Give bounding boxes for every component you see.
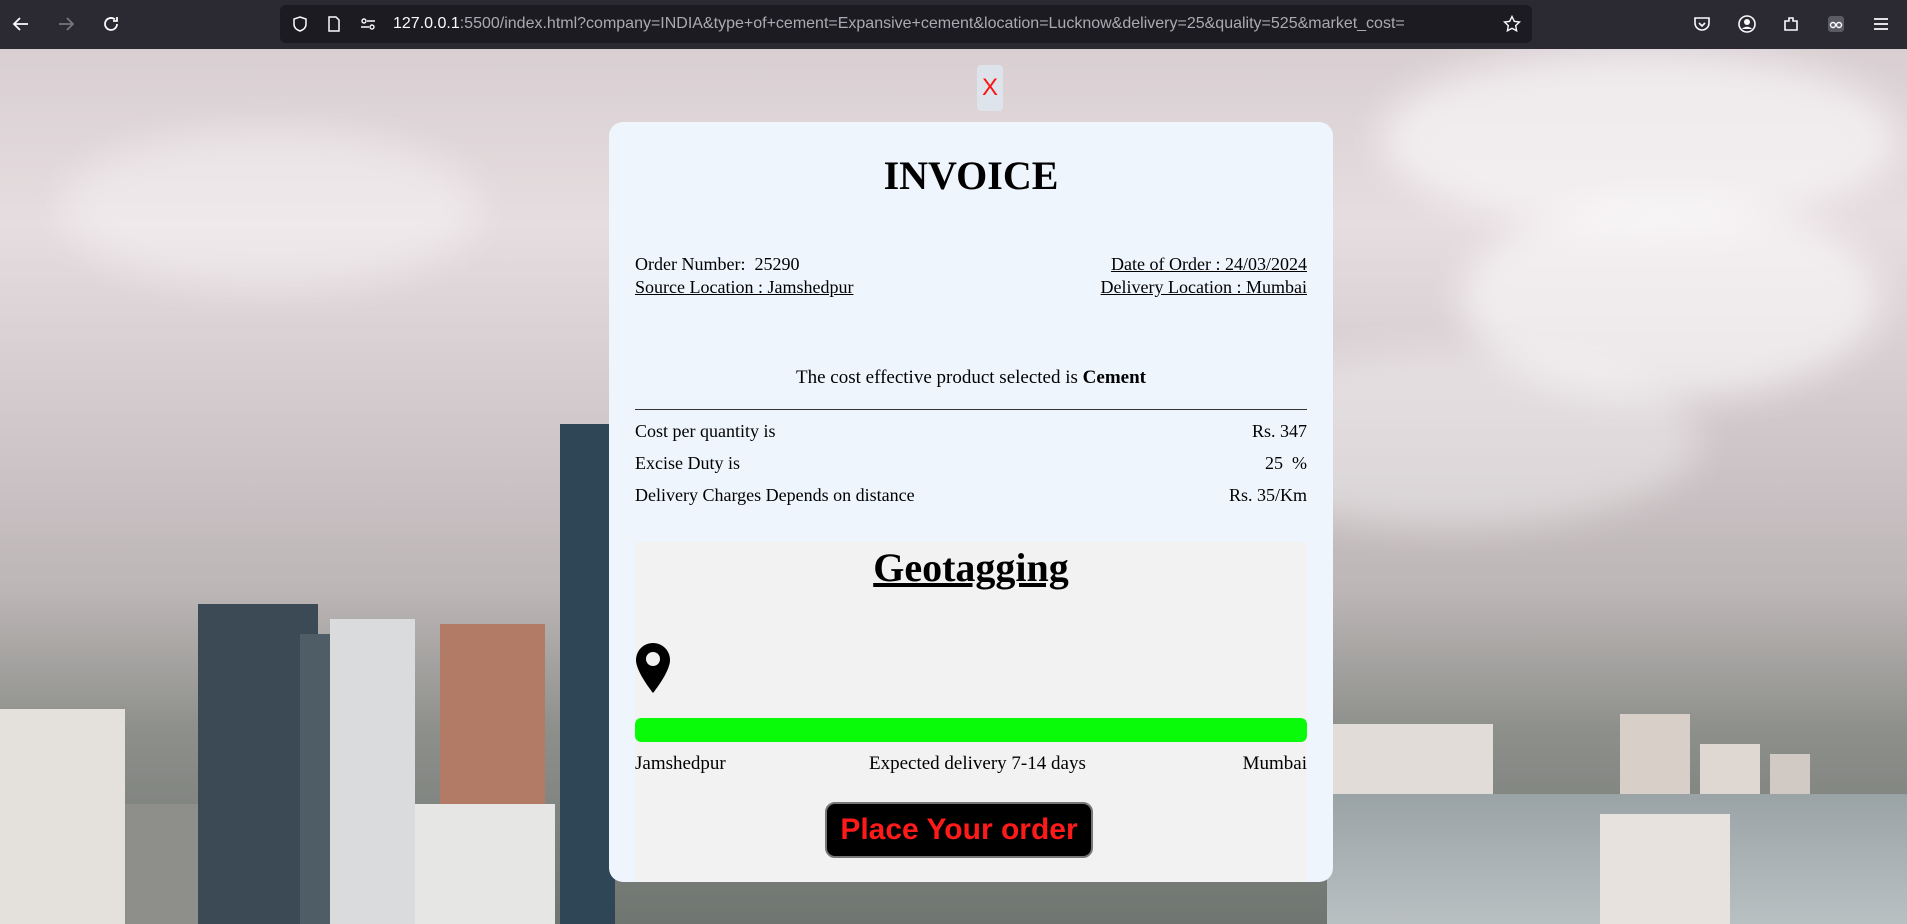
url-host: 127.0.0.1 bbox=[393, 15, 460, 32]
pocket-icon[interactable] bbox=[1690, 12, 1714, 36]
delivery-charge-row: Delivery Charges Depends on distance Rs.… bbox=[635, 485, 1307, 509]
cost-row: Cost per quantity is Rs. 347 bbox=[635, 421, 1307, 445]
account-icon[interactable] bbox=[1735, 12, 1759, 36]
place-order-button[interactable]: Place Your order bbox=[825, 802, 1093, 858]
extensions-icon[interactable] bbox=[1779, 12, 1803, 36]
menu-icon[interactable] bbox=[1869, 12, 1893, 36]
invoice-card: INVOICE Order Number: 25290 Date of Orde… bbox=[609, 122, 1333, 882]
browser-toolbar: 127.0.0.1:5500/index.html?company=INDIA&… bbox=[0, 0, 1907, 49]
delivery-progress-bar bbox=[635, 718, 1307, 742]
order-number: Order Number: 25290 bbox=[635, 253, 799, 276]
reader-view-icon[interactable] bbox=[1824, 12, 1848, 36]
map-pin-icon bbox=[636, 643, 670, 693]
invoice-title: INVOICE bbox=[883, 153, 1059, 198]
close-button[interactable]: X bbox=[977, 65, 1003, 111]
progress-source-label: Jamshedpur bbox=[635, 753, 726, 774]
url-text[interactable]: 127.0.0.1:5500/index.html?company=INDIA&… bbox=[393, 14, 1463, 34]
cost-label: Cost per quantity is bbox=[635, 421, 776, 441]
address-bar[interactable]: 127.0.0.1:5500/index.html?company=INDIA&… bbox=[280, 5, 1532, 43]
forward-button[interactable] bbox=[52, 10, 80, 38]
excise-row: Excise Duty is 25 % bbox=[635, 453, 1307, 477]
geotagging-panel: Geotagging Jamshedpur Expected delivery … bbox=[635, 542, 1307, 882]
date-of-order: Date of Order : 24/03/2024 bbox=[1111, 254, 1307, 274]
delivery-progress-fill bbox=[635, 718, 1307, 742]
page-icon[interactable] bbox=[324, 14, 344, 34]
divider bbox=[635, 409, 1307, 410]
reload-button[interactable] bbox=[97, 10, 125, 38]
order-number-value: 25290 bbox=[754, 254, 800, 274]
expected-delivery-label: Expected delivery 7-14 days bbox=[869, 753, 1086, 774]
delivery-location: Delivery Location : Mumbai bbox=[1100, 277, 1307, 297]
bookmark-star-icon[interactable] bbox=[1502, 14, 1522, 34]
reload-icon bbox=[104, 17, 118, 31]
excise-value: 25 % bbox=[1265, 453, 1307, 473]
forward-arrow-icon bbox=[59, 17, 75, 31]
product-name: Cement bbox=[1082, 367, 1146, 388]
product-prefix: The cost effective product selected is bbox=[796, 367, 1078, 388]
geotagging-title: Geotagging bbox=[873, 545, 1069, 590]
shield-icon[interactable] bbox=[290, 14, 310, 34]
permissions-icon[interactable] bbox=[358, 14, 378, 34]
source-location: Source Location : Jamshedpur bbox=[635, 277, 854, 297]
excise-label: Excise Duty is bbox=[635, 453, 740, 473]
cost-value: Rs. 347 bbox=[1251, 421, 1307, 441]
delivery-charge-value: Rs. 35/Km bbox=[1228, 485, 1307, 505]
back-arrow-icon bbox=[12, 17, 28, 31]
progress-destination-label: Mumbai bbox=[1242, 753, 1307, 774]
url-path: :5500/index.html?company=INDIA&type+of+c… bbox=[459, 15, 1405, 32]
delivery-charge-label: Delivery Charges Depends on distance bbox=[635, 485, 915, 505]
page-viewport: X INVOICE Order Number: 25290 Date of Or… bbox=[0, 49, 1907, 924]
order-number-label: Order Number: bbox=[635, 254, 746, 274]
back-button[interactable] bbox=[7, 10, 35, 38]
product-line: The cost effective product selected is C… bbox=[609, 367, 1333, 389]
